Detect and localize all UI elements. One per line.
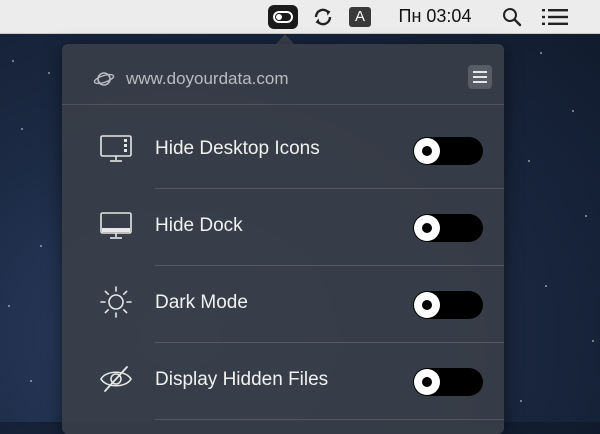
search-icon[interactable] xyxy=(498,0,526,33)
item-label: Hide Desktop Icons xyxy=(155,138,320,159)
popover-panel: www.doyourdata.com Hide Desktop Icons Hi… xyxy=(62,44,504,434)
input-source-icon[interactable]: A xyxy=(347,0,373,33)
star xyxy=(21,128,23,130)
panel-header: www.doyourdata.com xyxy=(62,44,504,105)
list-item: Display Hidden Files xyxy=(62,343,504,420)
hamburger-line xyxy=(473,81,487,83)
display-hidden-files-toggle[interactable] xyxy=(413,368,483,396)
site-link[interactable]: www.doyourdata.com xyxy=(126,69,289,89)
star xyxy=(8,305,10,307)
desktop-icons-icon xyxy=(100,135,132,162)
sync-icon[interactable] xyxy=(309,0,337,33)
list-item: Hide Dock xyxy=(62,189,504,266)
star xyxy=(528,160,530,162)
star xyxy=(40,245,42,247)
dock-icon xyxy=(100,212,132,239)
star xyxy=(592,340,594,342)
star xyxy=(572,110,574,112)
divider xyxy=(155,419,504,420)
star xyxy=(30,380,32,382)
list-icon[interactable] xyxy=(538,0,572,33)
dark-mode-toggle[interactable] xyxy=(413,291,483,319)
menu-bar-clock[interactable]: Пн 03:04 xyxy=(385,0,485,33)
hamburger-line xyxy=(473,71,487,73)
item-label: Display Hidden Files xyxy=(155,369,329,390)
sun-icon xyxy=(100,286,132,318)
star xyxy=(585,215,587,217)
planet-icon xyxy=(93,72,115,86)
hide-desktop-icons-toggle[interactable] xyxy=(413,137,483,165)
hamburger-menu-button[interactable] xyxy=(468,65,492,89)
popover-caret xyxy=(276,34,294,44)
eye-slash-icon xyxy=(100,366,132,392)
star xyxy=(48,72,50,74)
star xyxy=(540,52,542,54)
item-label: Dark Mode xyxy=(155,292,248,313)
input-source-label: A xyxy=(349,6,371,27)
list-item: Dark Mode xyxy=(62,266,504,343)
hide-dock-toggle[interactable] xyxy=(413,214,483,242)
star xyxy=(12,60,14,62)
star xyxy=(545,285,547,287)
menu-bar: A Пн 03:04 xyxy=(0,0,600,34)
star xyxy=(520,400,522,402)
hamburger-line xyxy=(473,76,487,78)
toggle-switch-icon[interactable] xyxy=(266,0,300,33)
item-label: Hide Dock xyxy=(155,215,243,236)
list-item: Hide Desktop Icons xyxy=(62,112,504,189)
